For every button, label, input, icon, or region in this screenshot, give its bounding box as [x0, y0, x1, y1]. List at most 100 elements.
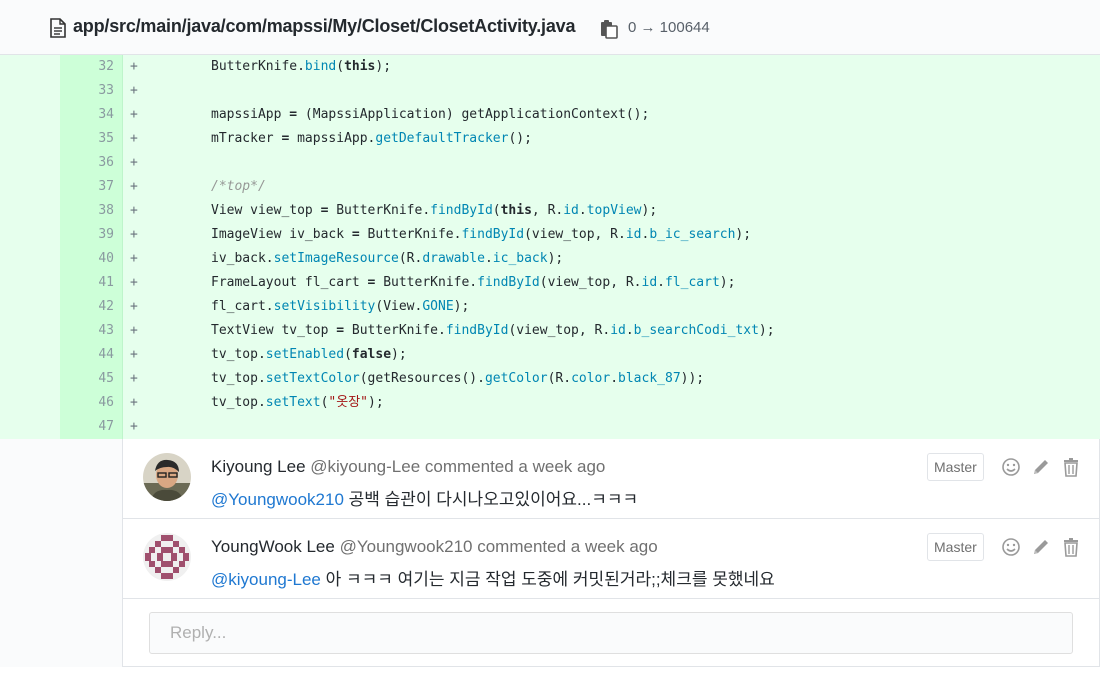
code-line: mTracker = mapssiApp.getDefaultTracker()… — [211, 131, 532, 146]
code-comment: /*top*/ — [211, 179, 266, 194]
line-number[interactable]: 41 — [61, 271, 123, 295]
old-line-number — [0, 103, 61, 127]
pencil-icon[interactable] — [1031, 457, 1051, 477]
code-line: tv_top.setEnabled(false); — [211, 347, 407, 362]
smiley-icon[interactable] — [1001, 457, 1021, 477]
diff-row: 38 + View view_top = ButterKnife.findByI… — [0, 199, 1100, 223]
comment-gutter — [0, 439, 123, 667]
file-header: app/src/main/java/com/mapssi/My/Closet/C… — [0, 0, 1100, 55]
old-line-number — [0, 391, 61, 415]
line-number[interactable]: 34 — [61, 103, 123, 127]
mention-link[interactable]: @kiyoung-Lee — [211, 570, 321, 589]
comment: YoungWook Lee @Youngwook210 commented a … — [123, 519, 1100, 599]
diff-row: 39 + ImageView iv_back = ButterKnife.fin… — [0, 223, 1100, 247]
discussion-thread: Kiyoung Lee @kiyoung-Lee commented a wee… — [0, 439, 1100, 667]
added-sign: + — [130, 419, 138, 434]
added-sign: + — [130, 179, 138, 194]
old-line-number — [0, 271, 61, 295]
diff-row: 42 + fl_cart.setVisibility(View.GONE); — [0, 295, 1100, 319]
smiley-icon[interactable] — [1001, 537, 1021, 557]
author-handle[interactable]: @kiyoung-Lee — [310, 457, 420, 476]
added-sign: + — [130, 107, 138, 122]
code-line: tv_top.setTextColor(getResources().getCo… — [211, 371, 705, 386]
diff-row: 40 + iv_back.setImageResource(R.drawable… — [0, 247, 1100, 271]
line-number[interactable]: 46 — [61, 391, 123, 415]
old-line-number — [0, 55, 61, 79]
added-sign: + — [130, 395, 138, 410]
added-sign: + — [130, 83, 138, 98]
line-number[interactable]: 33 — [61, 79, 123, 103]
old-line-number — [0, 367, 61, 391]
old-line-number — [0, 343, 61, 367]
old-line-number — [0, 175, 61, 199]
pencil-icon[interactable] — [1031, 537, 1051, 557]
author-name[interactable]: YoungWook Lee — [211, 537, 335, 556]
role-badge: Master — [927, 453, 984, 481]
line-number[interactable]: 42 — [61, 295, 123, 319]
user-photo-icon — [143, 453, 191, 501]
file-path[interactable]: app/src/main/java/com/mapssi/My/Closet/C… — [73, 16, 575, 37]
old-line-number — [0, 223, 61, 247]
line-number[interactable]: 38 — [61, 199, 123, 223]
added-sign: + — [130, 347, 138, 362]
comment-text: 아 ㅋㅋㅋ 여기는 지금 작업 도중에 커밋된거라;;체크를 못했네요 — [320, 570, 775, 589]
line-number[interactable]: 36 — [61, 151, 123, 175]
code-line: iv_back.setImageResource(R.drawable.ic_b… — [211, 251, 564, 266]
diff-row: 37 + /*top*/ — [0, 175, 1100, 199]
role-badge: Master — [927, 533, 984, 561]
file-mode-change: 0 → 100644 — [628, 19, 710, 36]
line-number[interactable]: 32 — [61, 55, 123, 79]
mention-link[interactable]: @Youngwook210 — [211, 490, 344, 509]
line-number[interactable]: 40 — [61, 247, 123, 271]
reply-input[interactable] — [149, 612, 1073, 654]
line-number[interactable]: 43 — [61, 319, 123, 343]
comment-header: Kiyoung Lee @kiyoung-Lee commented a wee… — [211, 457, 605, 477]
diff-row: 47 + — [0, 415, 1100, 439]
line-number[interactable]: 44 — [61, 343, 123, 367]
old-line-number — [0, 199, 61, 223]
code-line: tv_top.setText("옷장"); — [211, 395, 384, 410]
old-line-number — [0, 319, 61, 343]
file-text-icon — [50, 18, 66, 38]
comment-body: @kiyoung-Lee 아 ㅋㅋㅋ 여기는 지금 작업 도중에 커밋된거라;;… — [211, 565, 775, 590]
reply-area — [123, 599, 1100, 667]
added-sign: + — [130, 299, 138, 314]
avatar[interactable] — [143, 533, 191, 581]
code-line: View view_top = ButterKnife.findById(thi… — [211, 203, 658, 218]
diff-row: 36 + — [0, 151, 1100, 175]
added-sign: + — [130, 131, 138, 146]
line-number[interactable]: 39 — [61, 223, 123, 247]
avatar[interactable] — [143, 453, 191, 501]
line-number[interactable]: 37 — [61, 175, 123, 199]
line-number[interactable]: 45 — [61, 367, 123, 391]
comment-timestamp[interactable]: commented a week ago — [425, 457, 606, 476]
trash-icon[interactable] — [1061, 537, 1081, 557]
added-sign: + — [130, 203, 138, 218]
added-sign: + — [130, 155, 138, 170]
copy-icon[interactable] — [599, 19, 619, 39]
added-sign: + — [130, 227, 138, 242]
author-handle[interactable]: @Youngwook210 — [340, 537, 473, 556]
comment-timestamp[interactable]: commented a week ago — [477, 537, 658, 556]
trash-icon[interactable] — [1061, 457, 1081, 477]
diff-row: 45 + tv_top.setTextColor(getResources().… — [0, 367, 1100, 391]
diff-row: 34 + mapssiApp = (MapssiApplication) get… — [0, 103, 1100, 127]
code-line: fl_cart.setVisibility(View.GONE); — [211, 299, 470, 314]
old-line-number — [0, 151, 61, 175]
code-line: mapssiApp = (MapssiApplication) getAppli… — [211, 107, 650, 122]
code-line: ImageView iv_back = ButterKnife.findById… — [211, 227, 752, 242]
line-number[interactable]: 47 — [61, 415, 123, 439]
code-line: FrameLayout fl_cart = ButterKnife.findBy… — [211, 275, 736, 290]
comment-text: 공백 습관이 다시나오고있이어요...ㅋㅋㅋ — [343, 490, 639, 509]
diff-row: 46 + tv_top.setText("옷장"); — [0, 391, 1100, 415]
added-sign: + — [130, 371, 138, 386]
line-number[interactable]: 35 — [61, 127, 123, 151]
diff-lines: 32 + ButterKnife.bind(this); 33 + 34 + m… — [0, 55, 1100, 439]
diff-row: 33 + — [0, 79, 1100, 103]
author-name[interactable]: Kiyoung Lee — [211, 457, 306, 476]
diff-row: 44 + tv_top.setEnabled(false); — [0, 343, 1100, 367]
diff-row: 35 + mTracker = mapssiApp.getDefaultTrac… — [0, 127, 1100, 151]
comment-header: YoungWook Lee @Youngwook210 commented a … — [211, 537, 658, 557]
old-line-number — [0, 295, 61, 319]
added-sign: + — [130, 275, 138, 290]
